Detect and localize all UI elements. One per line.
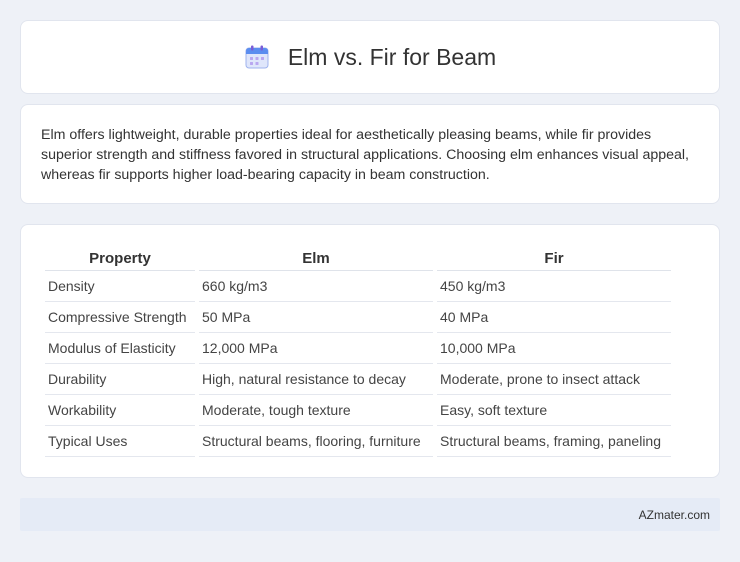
description-card: Elm offers lightweight, durable properti… [20, 104, 720, 204]
cell-fir: 40 MPa [437, 302, 671, 333]
cell-elm: Moderate, tough texture [199, 395, 433, 426]
cell-fir: Structural beams, framing, paneling [437, 426, 671, 457]
table-row: Durability High, natural resistance to d… [45, 364, 671, 395]
cell-property: Durability [45, 364, 195, 395]
cell-fir: 450 kg/m3 [437, 271, 671, 302]
cell-fir: Moderate, prone to insect attack [437, 364, 671, 395]
footer-brand: AZmater.com [638, 507, 710, 522]
cell-elm: High, natural resistance to decay [199, 364, 433, 395]
page-title: Elm vs. Fir for Beam [287, 43, 497, 70]
calendar-icon [244, 44, 270, 70]
table-row: Typical Uses Structural beams, flooring,… [45, 426, 671, 457]
table-header-row: Property Elm Fir [45, 245, 671, 271]
comparison-table-card: Property Elm Fir Density 660 kg/m3 450 k… [20, 224, 720, 478]
header-property: Property [45, 245, 195, 271]
comparison-table: Property Elm Fir Density 660 kg/m3 450 k… [41, 245, 675, 457]
cell-property: Compressive Strength [45, 302, 195, 333]
cell-property: Modulus of Elasticity [45, 333, 195, 364]
table-row: Workability Moderate, tough texture Easy… [45, 395, 671, 426]
cell-elm: 12,000 MPa [199, 333, 433, 364]
cell-property: Workability [45, 395, 195, 426]
title-row: Elm vs. Fir for Beam [21, 21, 719, 93]
cell-elm: Structural beams, flooring, furniture [199, 426, 433, 457]
table-row: Density 660 kg/m3 450 kg/m3 [45, 271, 671, 302]
table-row: Compressive Strength 50 MPa 40 MPa [45, 302, 671, 333]
cell-property: Density [45, 271, 195, 302]
cell-elm: 50 MPa [199, 302, 433, 333]
footer: AZmater.com [20, 498, 720, 531]
header-elm: Elm [199, 245, 433, 271]
table-row: Modulus of Elasticity 12,000 MPa 10,000 … [45, 333, 671, 364]
cell-property: Typical Uses [45, 426, 195, 457]
header-fir: Fir [437, 245, 671, 271]
cell-fir: 10,000 MPa [437, 333, 671, 364]
description-text: Elm offers lightweight, durable properti… [41, 127, 690, 183]
title-card: Elm vs. Fir for Beam [20, 20, 720, 94]
cell-fir: Easy, soft texture [437, 395, 671, 426]
cell-elm: 660 kg/m3 [199, 271, 433, 302]
